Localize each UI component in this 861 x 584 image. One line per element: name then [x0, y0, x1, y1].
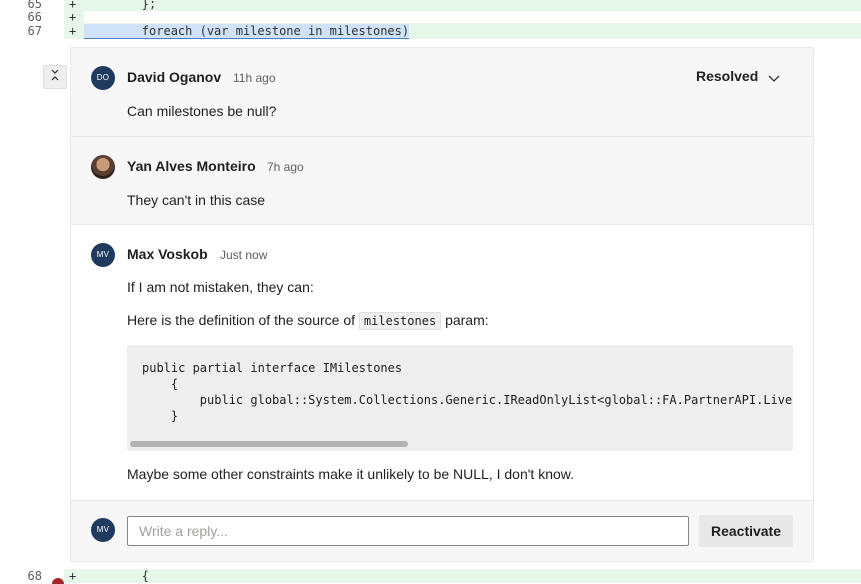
comment-author[interactable]: David Oganov — [127, 69, 221, 85]
diff-line: 68 + { — [0, 569, 861, 583]
comment-text: They can't in this case — [127, 192, 266, 208]
comment-paragraph: If I am not mistaken, they can: — [127, 279, 314, 295]
reply-area: MV Reactivate — [71, 500, 813, 561]
added-marker: + — [69, 569, 77, 583]
comment-paragraph: Maybe some other constraints make it unl… — [127, 466, 575, 482]
code-block-text: public partial interface IMilestones { p… — [142, 361, 793, 423]
selected-code: foreach (var milestone in milestones) — [84, 24, 410, 39]
diff-line-commented[interactable]: 67 + foreach (var milestone in milestone… — [0, 23, 861, 39]
code-block[interactable]: public partial interface IMilestones { p… — [127, 345, 793, 451]
comment-timestamp: 11h ago — [233, 71, 276, 85]
thread-status[interactable]: Resolved — [696, 68, 758, 84]
added-marker: + — [69, 10, 77, 24]
line-number: 68 — [0, 569, 42, 583]
code-content: { — [84, 569, 861, 583]
line-number: 67 — [0, 23, 42, 39]
reply-input[interactable] — [127, 516, 689, 546]
comment-thread: DO David Oganov 11h ago Resolved Can mil… — [70, 47, 814, 562]
comment: MV Max Voskob Just now If I am not mista… — [71, 224, 813, 500]
comment-text: Can milestones be null? — [127, 103, 277, 119]
reactivate-button[interactable]: Reactivate — [699, 515, 793, 547]
chevron-down-icon[interactable] — [768, 71, 780, 82]
collapse-icon — [50, 69, 60, 84]
avatar-photo — [91, 155, 115, 179]
added-marker: + — [69, 24, 77, 38]
comment-marker-icon[interactable] — [52, 578, 64, 584]
comment-author[interactable]: Max Voskob — [127, 246, 208, 262]
comment-timestamp: Just now — [220, 248, 268, 262]
comment: Yan Alves Monteiro 7h ago They can't in … — [71, 136, 813, 224]
diff-line: 66 + — [0, 10, 861, 24]
collapse-thread-button[interactable] — [43, 65, 67, 89]
comment-paragraph: Here is the definition of the source of … — [127, 312, 489, 330]
avatar: MV — [91, 243, 115, 267]
comment: DO David Oganov 11h ago Resolved Can mil… — [71, 48, 813, 136]
avatar: DO — [91, 66, 115, 90]
inline-code: milestones — [358, 312, 442, 330]
line-number: 66 — [0, 10, 42, 24]
avatar: MV — [91, 518, 115, 542]
horizontal-scrollbar[interactable] — [130, 441, 408, 447]
comment-timestamp: 7h ago — [267, 160, 304, 174]
comment-author[interactable]: Yan Alves Monteiro — [127, 158, 256, 174]
